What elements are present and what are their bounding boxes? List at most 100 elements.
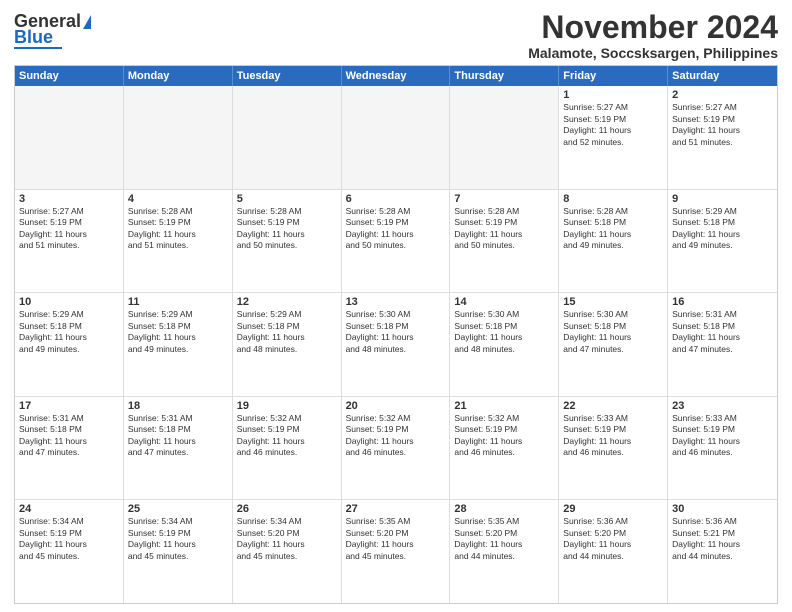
calendar-row-4: 17Sunrise: 5:31 AM Sunset: 5:18 PM Dayli… bbox=[15, 397, 777, 501]
day-detail: Sunrise: 5:28 AM Sunset: 5:19 PM Dayligh… bbox=[346, 206, 446, 252]
day-number: 5 bbox=[237, 193, 337, 205]
day-cell-27: 27Sunrise: 5:35 AM Sunset: 5:20 PM Dayli… bbox=[342, 500, 451, 603]
logo: General Blue bbox=[14, 12, 91, 49]
day-detail: Sunrise: 5:31 AM Sunset: 5:18 PM Dayligh… bbox=[128, 413, 228, 459]
day-detail: Sunrise: 5:27 AM Sunset: 5:19 PM Dayligh… bbox=[672, 102, 773, 148]
day-number: 15 bbox=[563, 296, 663, 308]
calendar: SundayMondayTuesdayWednesdayThursdayFrid… bbox=[14, 65, 778, 604]
day-number: 11 bbox=[128, 296, 228, 308]
header-day-tuesday: Tuesday bbox=[233, 66, 342, 86]
day-number: 21 bbox=[454, 400, 554, 412]
calendar-body: 1Sunrise: 5:27 AM Sunset: 5:19 PM Daylig… bbox=[15, 86, 777, 603]
day-cell-6: 6Sunrise: 5:28 AM Sunset: 5:19 PM Daylig… bbox=[342, 190, 451, 293]
day-detail: Sunrise: 5:28 AM Sunset: 5:19 PM Dayligh… bbox=[237, 206, 337, 252]
day-cell-28: 28Sunrise: 5:35 AM Sunset: 5:20 PM Dayli… bbox=[450, 500, 559, 603]
day-cell-15: 15Sunrise: 5:30 AM Sunset: 5:18 PM Dayli… bbox=[559, 293, 668, 396]
day-number: 13 bbox=[346, 296, 446, 308]
header: General Blue November 2024 Malamote, Soc… bbox=[14, 10, 778, 61]
day-cell-29: 29Sunrise: 5:36 AM Sunset: 5:20 PM Dayli… bbox=[559, 500, 668, 603]
day-cell-11: 11Sunrise: 5:29 AM Sunset: 5:18 PM Dayli… bbox=[124, 293, 233, 396]
day-cell-1: 1Sunrise: 5:27 AM Sunset: 5:19 PM Daylig… bbox=[559, 86, 668, 189]
day-detail: Sunrise: 5:27 AM Sunset: 5:19 PM Dayligh… bbox=[563, 102, 663, 148]
day-detail: Sunrise: 5:34 AM Sunset: 5:20 PM Dayligh… bbox=[237, 516, 337, 562]
day-number: 24 bbox=[19, 503, 119, 515]
day-number: 19 bbox=[237, 400, 337, 412]
day-detail: Sunrise: 5:36 AM Sunset: 5:20 PM Dayligh… bbox=[563, 516, 663, 562]
header-day-wednesday: Wednesday bbox=[342, 66, 451, 86]
day-number: 12 bbox=[237, 296, 337, 308]
day-detail: Sunrise: 5:29 AM Sunset: 5:18 PM Dayligh… bbox=[128, 309, 228, 355]
day-number: 23 bbox=[672, 400, 773, 412]
day-cell-9: 9Sunrise: 5:29 AM Sunset: 5:18 PM Daylig… bbox=[668, 190, 777, 293]
day-detail: Sunrise: 5:31 AM Sunset: 5:18 PM Dayligh… bbox=[672, 309, 773, 355]
day-cell-3: 3Sunrise: 5:27 AM Sunset: 5:19 PM Daylig… bbox=[15, 190, 124, 293]
day-detail: Sunrise: 5:34 AM Sunset: 5:19 PM Dayligh… bbox=[128, 516, 228, 562]
day-cell-10: 10Sunrise: 5:29 AM Sunset: 5:18 PM Dayli… bbox=[15, 293, 124, 396]
day-detail: Sunrise: 5:35 AM Sunset: 5:20 PM Dayligh… bbox=[346, 516, 446, 562]
day-number: 26 bbox=[237, 503, 337, 515]
day-detail: Sunrise: 5:30 AM Sunset: 5:18 PM Dayligh… bbox=[346, 309, 446, 355]
day-number: 6 bbox=[346, 193, 446, 205]
day-number: 10 bbox=[19, 296, 119, 308]
day-cell-4: 4Sunrise: 5:28 AM Sunset: 5:19 PM Daylig… bbox=[124, 190, 233, 293]
logo-subtext: Blue bbox=[14, 28, 53, 46]
logo-line bbox=[14, 47, 62, 49]
day-detail: Sunrise: 5:34 AM Sunset: 5:19 PM Dayligh… bbox=[19, 516, 119, 562]
day-number: 20 bbox=[346, 400, 446, 412]
day-detail: Sunrise: 5:32 AM Sunset: 5:19 PM Dayligh… bbox=[237, 413, 337, 459]
day-detail: Sunrise: 5:32 AM Sunset: 5:19 PM Dayligh… bbox=[346, 413, 446, 459]
day-detail: Sunrise: 5:30 AM Sunset: 5:18 PM Dayligh… bbox=[563, 309, 663, 355]
header-day-saturday: Saturday bbox=[668, 66, 777, 86]
day-detail: Sunrise: 5:27 AM Sunset: 5:19 PM Dayligh… bbox=[19, 206, 119, 252]
day-number: 28 bbox=[454, 503, 554, 515]
day-number: 3 bbox=[19, 193, 119, 205]
calendar-header: SundayMondayTuesdayWednesdayThursdayFrid… bbox=[15, 66, 777, 86]
calendar-row-3: 10 Sunrise: 5:29 AM Sunset: 5:18 PM Dayli… bbox=[15, 293, 777, 397]
title-block: November 2024 Malamote, Soccsksargen, Ph… bbox=[528, 10, 778, 61]
day-number: 9 bbox=[672, 193, 773, 205]
day-cell-24: 24Sunrise: 5:34 AM Sunset: 5:19 PM Dayli… bbox=[15, 500, 124, 603]
day-number: 8 bbox=[563, 193, 663, 205]
day-detail: Sunrise: 5:30 AM Sunset: 5:18 PM Dayligh… bbox=[454, 309, 554, 355]
location-title: Malamote, Soccsksargen, Philippines bbox=[528, 45, 778, 61]
day-number: 25 bbox=[128, 503, 228, 515]
day-cell-19: 19Sunrise: 5:32 AM Sunset: 5:19 PM Dayli… bbox=[233, 397, 342, 500]
day-cell-12: 12Sunrise: 5:29 AM Sunset: 5:18 PM Dayli… bbox=[233, 293, 342, 396]
header-day-friday: Friday bbox=[559, 66, 668, 86]
day-detail: Sunrise: 5:36 AM Sunset: 5:21 PM Dayligh… bbox=[672, 516, 773, 562]
day-number: 29 bbox=[563, 503, 663, 515]
day-cell-8: 8Sunrise: 5:28 AM Sunset: 5:18 PM Daylig… bbox=[559, 190, 668, 293]
day-cell-21: 21Sunrise: 5:32 AM Sunset: 5:19 PM Dayli… bbox=[450, 397, 559, 500]
day-detail: Sunrise: 5:33 AM Sunset: 5:19 PM Dayligh… bbox=[563, 413, 663, 459]
empty-cell bbox=[15, 86, 124, 189]
day-number: 2 bbox=[672, 89, 773, 101]
empty-cell bbox=[233, 86, 342, 189]
day-detail: Sunrise: 5:29 AM Sunset: 5:18 PM Dayligh… bbox=[237, 309, 337, 355]
day-number: 17 bbox=[19, 400, 119, 412]
calendar-row-2: 3Sunrise: 5:27 AM Sunset: 5:19 PM Daylig… bbox=[15, 190, 777, 294]
day-number: 16 bbox=[672, 296, 773, 308]
day-cell-25: 25Sunrise: 5:34 AM Sunset: 5:19 PM Dayli… bbox=[124, 500, 233, 603]
header-day-thursday: Thursday bbox=[450, 66, 559, 86]
day-number: 14 bbox=[454, 296, 554, 308]
day-cell-22: 22Sunrise: 5:33 AM Sunset: 5:19 PM Dayli… bbox=[559, 397, 668, 500]
header-day-monday: Monday bbox=[124, 66, 233, 86]
header-day-sunday: Sunday bbox=[15, 66, 124, 86]
day-detail: Sunrise: 5:35 AM Sunset: 5:20 PM Dayligh… bbox=[454, 516, 554, 562]
day-cell-5: 5Sunrise: 5:28 AM Sunset: 5:19 PM Daylig… bbox=[233, 190, 342, 293]
page: General Blue November 2024 Malamote, Soc… bbox=[0, 0, 792, 612]
day-cell-17: 17Sunrise: 5:31 AM Sunset: 5:18 PM Dayli… bbox=[15, 397, 124, 500]
day-number: 7 bbox=[454, 193, 554, 205]
day-detail: Sunrise: 5:32 AM Sunset: 5:19 PM Dayligh… bbox=[454, 413, 554, 459]
day-number: 27 bbox=[346, 503, 446, 515]
empty-cell bbox=[124, 86, 233, 189]
day-cell-14: 14Sunrise: 5:30 AM Sunset: 5:18 PM Dayli… bbox=[450, 293, 559, 396]
day-detail: Sunrise: 5:31 AM Sunset: 5:18 PM Dayligh… bbox=[19, 413, 119, 459]
empty-cell bbox=[450, 86, 559, 189]
month-title: November 2024 bbox=[528, 10, 778, 45]
day-cell-13: 13Sunrise: 5:30 AM Sunset: 5:18 PM Dayli… bbox=[342, 293, 451, 396]
day-number: 18 bbox=[128, 400, 228, 412]
day-cell-2: 2Sunrise: 5:27 AM Sunset: 5:19 PM Daylig… bbox=[668, 86, 777, 189]
day-detail: Sunrise: 5:28 AM Sunset: 5:19 PM Dayligh… bbox=[454, 206, 554, 252]
day-cell-16: 16Sunrise: 5:31 AM Sunset: 5:18 PM Dayli… bbox=[668, 293, 777, 396]
